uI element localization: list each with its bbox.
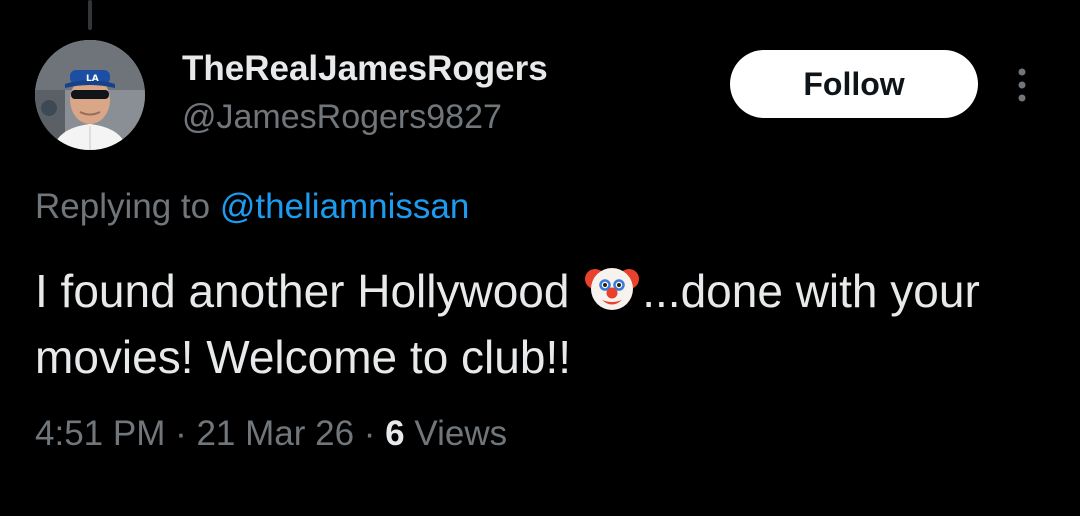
replying-to-label: Replying to (35, 187, 220, 226)
views-label[interactable]: Views (405, 414, 507, 453)
reply-mention-link[interactable]: @theliamnissan (220, 187, 470, 226)
meta-separator: · (354, 414, 386, 453)
follow-button[interactable]: Follow (730, 50, 978, 118)
tweet-text: I found another Hollywood ...done with y… (35, 258, 1045, 390)
views-count[interactable]: 6 (385, 414, 404, 453)
clown-face-emoji-icon (585, 268, 640, 310)
more-vertical-icon[interactable] (1010, 66, 1034, 104)
meta-separator: · (165, 414, 197, 453)
tweet-time[interactable]: 4:51 PM (35, 414, 165, 453)
svg-text:LA: LA (86, 74, 99, 84)
tweet-meta: 4:51 PM · 21 Mar 26 · 6 Views (35, 412, 507, 456)
thread-connector-line (88, 0, 92, 30)
replying-to-line: Replying to @theliamnissan (35, 186, 469, 228)
avatar-photo: LA (35, 40, 145, 150)
avatar[interactable]: LA (35, 40, 145, 150)
tweet-text-before: I found another Hollywood (35, 265, 583, 317)
tweet-date[interactable]: 21 Mar 26 (196, 414, 354, 453)
author-display-name[interactable]: TheRealJamesRogers (182, 48, 548, 90)
author-handle[interactable]: @JamesRogers9827 (182, 96, 502, 138)
